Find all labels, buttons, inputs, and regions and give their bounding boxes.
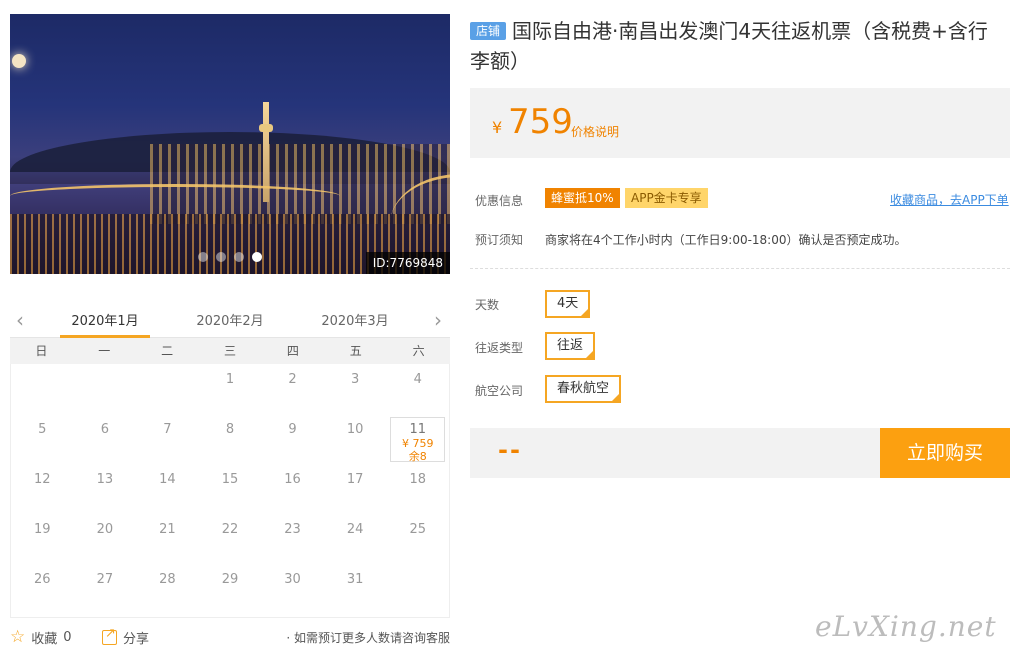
- days-label: 天数: [475, 298, 500, 312]
- calendar-day: 18: [409, 472, 426, 487]
- weekday-label: 六: [412, 344, 425, 358]
- calendar-day: 25: [409, 522, 426, 537]
- calendar-day: 5: [38, 422, 47, 437]
- quantity-value: --: [498, 436, 522, 464]
- calendar-day: 13: [96, 472, 114, 487]
- product-title: 国际自由港·南昌出发澳门4天往返机票（含税费+含行李额）: [470, 19, 988, 73]
- calendar-day: 30: [284, 572, 301, 587]
- calendar-day: 21: [159, 522, 176, 537]
- carousel-dot[interactable]: [198, 252, 208, 262]
- calendar-day: 27: [96, 572, 114, 587]
- calendar-day: 15: [221, 472, 239, 487]
- option-airline[interactable]: 春秋航空: [545, 375, 622, 403]
- favorite-button[interactable]: ☆ 收藏 0: [10, 627, 72, 648]
- shop-badge: 店铺: [470, 22, 507, 40]
- image-id-tag: ID:7769848: [365, 252, 450, 274]
- weekday-label: 三: [223, 344, 236, 358]
- prev-month-icon[interactable]: ‹: [16, 308, 24, 332]
- calendar-day: 10: [346, 422, 364, 437]
- calendar-day: 22: [221, 522, 239, 537]
- booking-notice-label: 预订须知: [475, 233, 524, 247]
- day-number: 11: [409, 422, 426, 437]
- calendar-day: 31: [346, 572, 364, 587]
- calendar-empty: [386, 564, 449, 614]
- calendar-day: 20: [96, 522, 114, 537]
- trip-type-label: 往返类型: [475, 341, 524, 355]
- calendar-day: 8: [225, 422, 235, 437]
- promo-tag-honey: 蜂蜜抵10%: [545, 188, 620, 208]
- weekday-label: 日: [35, 344, 48, 358]
- calendar-day: 19: [34, 522, 51, 537]
- airline-label: 航空公司: [475, 384, 524, 398]
- image-moon: [12, 54, 26, 68]
- currency-symbol: ¥: [492, 118, 503, 137]
- quantity-selector[interactable]: --: [470, 428, 882, 478]
- calendar-day-available[interactable]: 11 ¥ 759 余8: [390, 417, 445, 463]
- action-bar: ☆ 收藏 0 分享 · 如需预订更多人数请咨询客服: [10, 626, 450, 648]
- product-image[interactable]: ID:7769848: [10, 14, 450, 274]
- weekday-label: 二: [161, 344, 174, 358]
- calendar-day: 17: [346, 472, 364, 487]
- calendar-day: 4: [413, 372, 422, 387]
- calendar-day: 7: [163, 422, 172, 437]
- carousel-dots: [198, 252, 262, 262]
- calendar-grid: 1 2 3 4 5 6 7 8 9 10 11 ¥ 759 余8 12 13 14 15 16 17 18 19 20 21…: [10, 364, 450, 618]
- calendar-empty: [136, 364, 199, 414]
- divider: [470, 268, 1010, 269]
- calendar-day: 24: [346, 522, 364, 537]
- carousel-dot-active[interactable]: [252, 252, 262, 262]
- calendar-day: 3: [350, 372, 360, 387]
- option-trip-type[interactable]: 往返: [545, 332, 596, 360]
- calendar-day: 28: [159, 572, 176, 587]
- star-icon: ☆: [10, 627, 26, 647]
- favorite-count: 0: [63, 630, 72, 645]
- price-box: ¥ 759 价格说明: [470, 88, 1010, 158]
- product-title-block: 店铺 国际自由港·南昌出发澳门4天往返机票（含税费+含行李额）: [470, 16, 1000, 76]
- weekday-label: 一: [98, 344, 111, 358]
- calendar-day: 26: [34, 572, 51, 587]
- promo-tag-app: APP金卡专享: [625, 188, 708, 208]
- share-button[interactable]: 分享: [102, 626, 150, 647]
- calendar-empty: [74, 364, 137, 414]
- calendar-day: 2: [288, 372, 297, 387]
- calendar-day: 14: [159, 472, 176, 487]
- price-value: 759: [508, 102, 573, 142]
- share-label: 分享: [123, 632, 150, 647]
- share-icon: [102, 626, 117, 645]
- carousel-dot[interactable]: [216, 252, 226, 262]
- price-explain-link[interactable]: 价格说明: [571, 123, 619, 140]
- calendar-day: 23: [284, 522, 301, 537]
- favorite-app-link[interactable]: 收藏商品，去APP下单: [890, 191, 1009, 208]
- booking-notice-text: 商家将在4个工作小时内（工作日9:00-18:00）确认是否预定成功。: [545, 233, 907, 247]
- calendar-day: 29: [221, 572, 239, 587]
- calendar-weekday-header: 日 一 二 三 四 五 六: [10, 338, 450, 364]
- calendar-day: 6: [100, 422, 109, 437]
- option-days[interactable]: 4天: [545, 290, 591, 318]
- buy-now-button[interactable]: 立即购买: [880, 428, 1010, 478]
- group-booking-note: · 如需预订更多人数请咨询客服: [286, 631, 450, 645]
- next-month-icon[interactable]: ›: [434, 308, 442, 332]
- calendar-day: 16: [284, 472, 301, 487]
- calendar-day: 12: [34, 472, 51, 487]
- calendar-month-nav: ‹ 2020年1月 2020年2月 2020年3月 ›: [10, 300, 450, 338]
- calendar-day: 9: [288, 422, 297, 437]
- weekday-label: 四: [286, 344, 299, 358]
- tab-month-2[interactable]: 2020年2月: [185, 310, 275, 338]
- favorite-label: 收藏: [31, 632, 58, 647]
- tab-month-3[interactable]: 2020年3月: [310, 310, 400, 338]
- tab-month-1[interactable]: 2020年1月: [60, 310, 150, 338]
- day-price: ¥ 759: [401, 437, 434, 450]
- watermark: eLvXing.net: [815, 610, 997, 643]
- calendar-empty: [11, 364, 74, 414]
- promo-label: 优惠信息: [475, 194, 524, 208]
- weekday-label: 五: [349, 344, 362, 358]
- carousel-dot[interactable]: [234, 252, 244, 262]
- calendar-day: 1: [225, 372, 235, 387]
- day-stock: 余8: [408, 450, 427, 463]
